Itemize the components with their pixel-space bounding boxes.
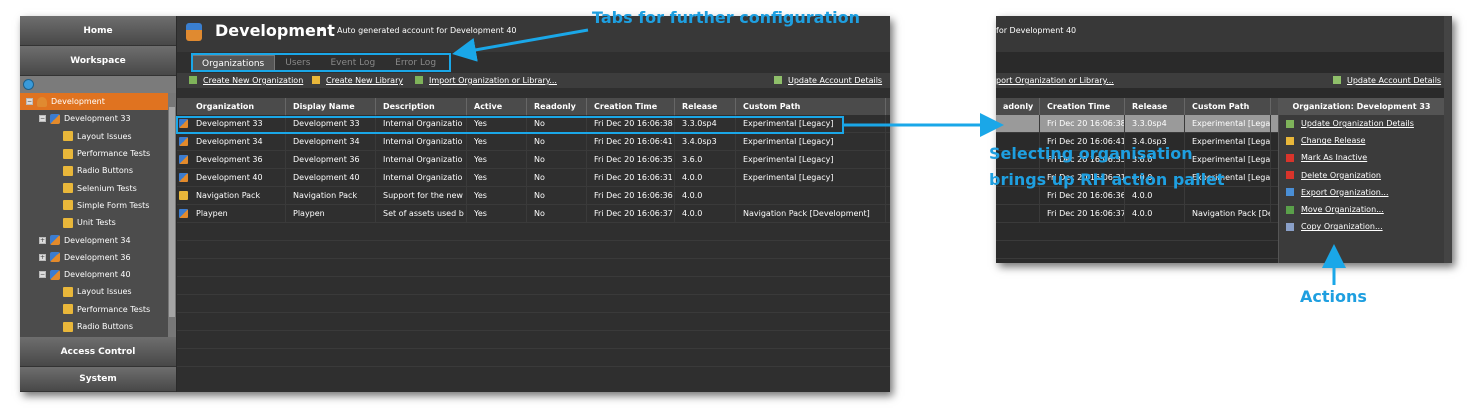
tabs-annotation: Tabs for further configuration — [592, 8, 860, 27]
annotation-arrows — [452, 28, 1346, 285]
selection-annotation-line1: Selecting organisation — [989, 144, 1193, 163]
tabs-arrow — [452, 28, 589, 62]
selection-annotation-line2: brings up RH action pallet — [989, 170, 1225, 189]
actions-annotation: Actions — [1300, 287, 1367, 306]
